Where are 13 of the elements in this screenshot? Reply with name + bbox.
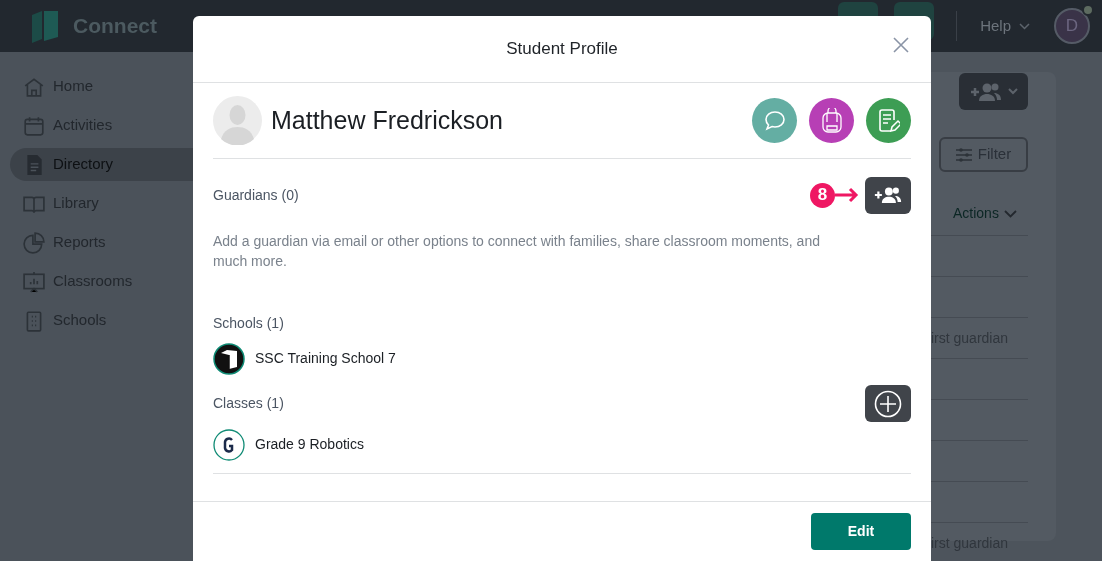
dialog-title: Student Profile [506, 38, 618, 61]
edit-button[interactable]: Edit [811, 513, 911, 550]
section-heading: Schools (1) [213, 314, 285, 333]
section-heading: Guardians (0) [213, 185, 299, 205]
student-name: Matthew Fredrickson [271, 104, 504, 136]
section-heading: Classes (1) [213, 394, 284, 413]
school-name: SSC Training School 7 [255, 349, 396, 368]
guardians-description: Add a guardian via email or other options to connect with families, share classroom moments, and much more. [213, 232, 821, 271]
user-avatar[interactable]: D [1054, 8, 1090, 44]
step-badge: 8 [810, 182, 835, 208]
actions-menu[interactable]: Actions [953, 203, 1017, 224]
class-name: Grade 9 Robotics [255, 435, 364, 454]
help-menu[interactable]: Help [980, 14, 1030, 38]
